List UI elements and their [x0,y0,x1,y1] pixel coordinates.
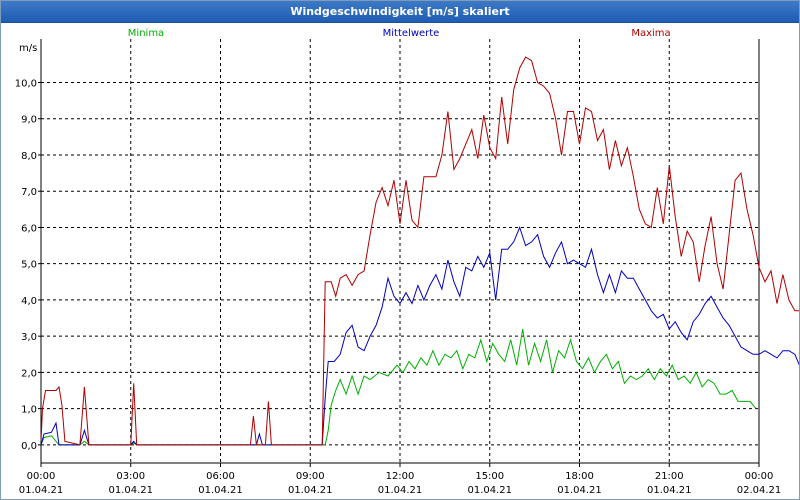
legend: Minima Mittelwerte Maxima [128,28,671,39]
x-tick-date: 01.04.21 [378,485,423,496]
x-tick-time: 00:00 [27,471,56,482]
y-tick-label: 6,0 [21,223,37,234]
y-tick-label: 9,0 [21,115,37,126]
legend-item: Minima [128,28,164,39]
x-tick-time: 06:00 [206,471,235,482]
y-tick-label: 3,0 [21,332,37,343]
y-tick-label: 0,0 [21,441,37,452]
x-tick-date: 01.04.21 [557,485,602,496]
x-tick-date: 01.04.21 [647,485,692,496]
y-tick-label: 5,0 [21,260,37,271]
chart-area: 0,0 1,0 2,0 3,0 4,0 5,0 6,0 7,0 8,0 9,0 10,0 00:00… [15,28,799,496]
y-tick-labels: 0,0 1,0 2,0 3,0 4,0 5,0 6,0 7,0 8,0 9,0 10,0 [15,78,41,452]
x-tick-labels: 00:00 01.04.21 03:00 01.04.21 06:00 01.04.21 0… [19,463,782,496]
y-tick-label: 8,0 [21,151,37,162]
x-tick-time: 00:00 [745,471,774,482]
x-tick-date: 01.04.21 [108,485,153,496]
y-axis-unit-label: m/s [19,43,37,54]
legend-item: Maxima [631,28,670,39]
y-tick-label: 10,0 [15,78,37,89]
y-tick-label: 1,0 [21,405,37,416]
legend-item: Mittelwerte [383,28,440,39]
x-tick-date: 01.04.21 [198,485,243,496]
chart-window: Windgeschwindigkeit [m/s] skaliert 0,0 1,… [0,0,800,500]
x-tick-time: 21:00 [655,471,684,482]
chart-title: Windgeschwindigkeit [m/s] skaliert [290,5,510,18]
y-tick-label: 4,0 [21,296,37,307]
x-tick-date: 02.04.21 [737,485,782,496]
x-tick-date: 01.04.21 [19,485,64,496]
y-tick-label: 2,0 [21,368,37,379]
x-tick-time: 09:00 [296,471,325,482]
x-tick-time: 03:00 [116,471,145,482]
x-tick-time: 12:00 [386,471,415,482]
x-tick-time: 18:00 [565,471,594,482]
title-bar: Windgeschwindigkeit [m/s] skaliert [1,1,799,23]
x-tick-date: 01.04.21 [467,485,512,496]
x-tick-date: 01.04.21 [288,485,333,496]
x-tick-time: 15:00 [475,471,504,482]
y-tick-label: 7,0 [21,187,37,198]
